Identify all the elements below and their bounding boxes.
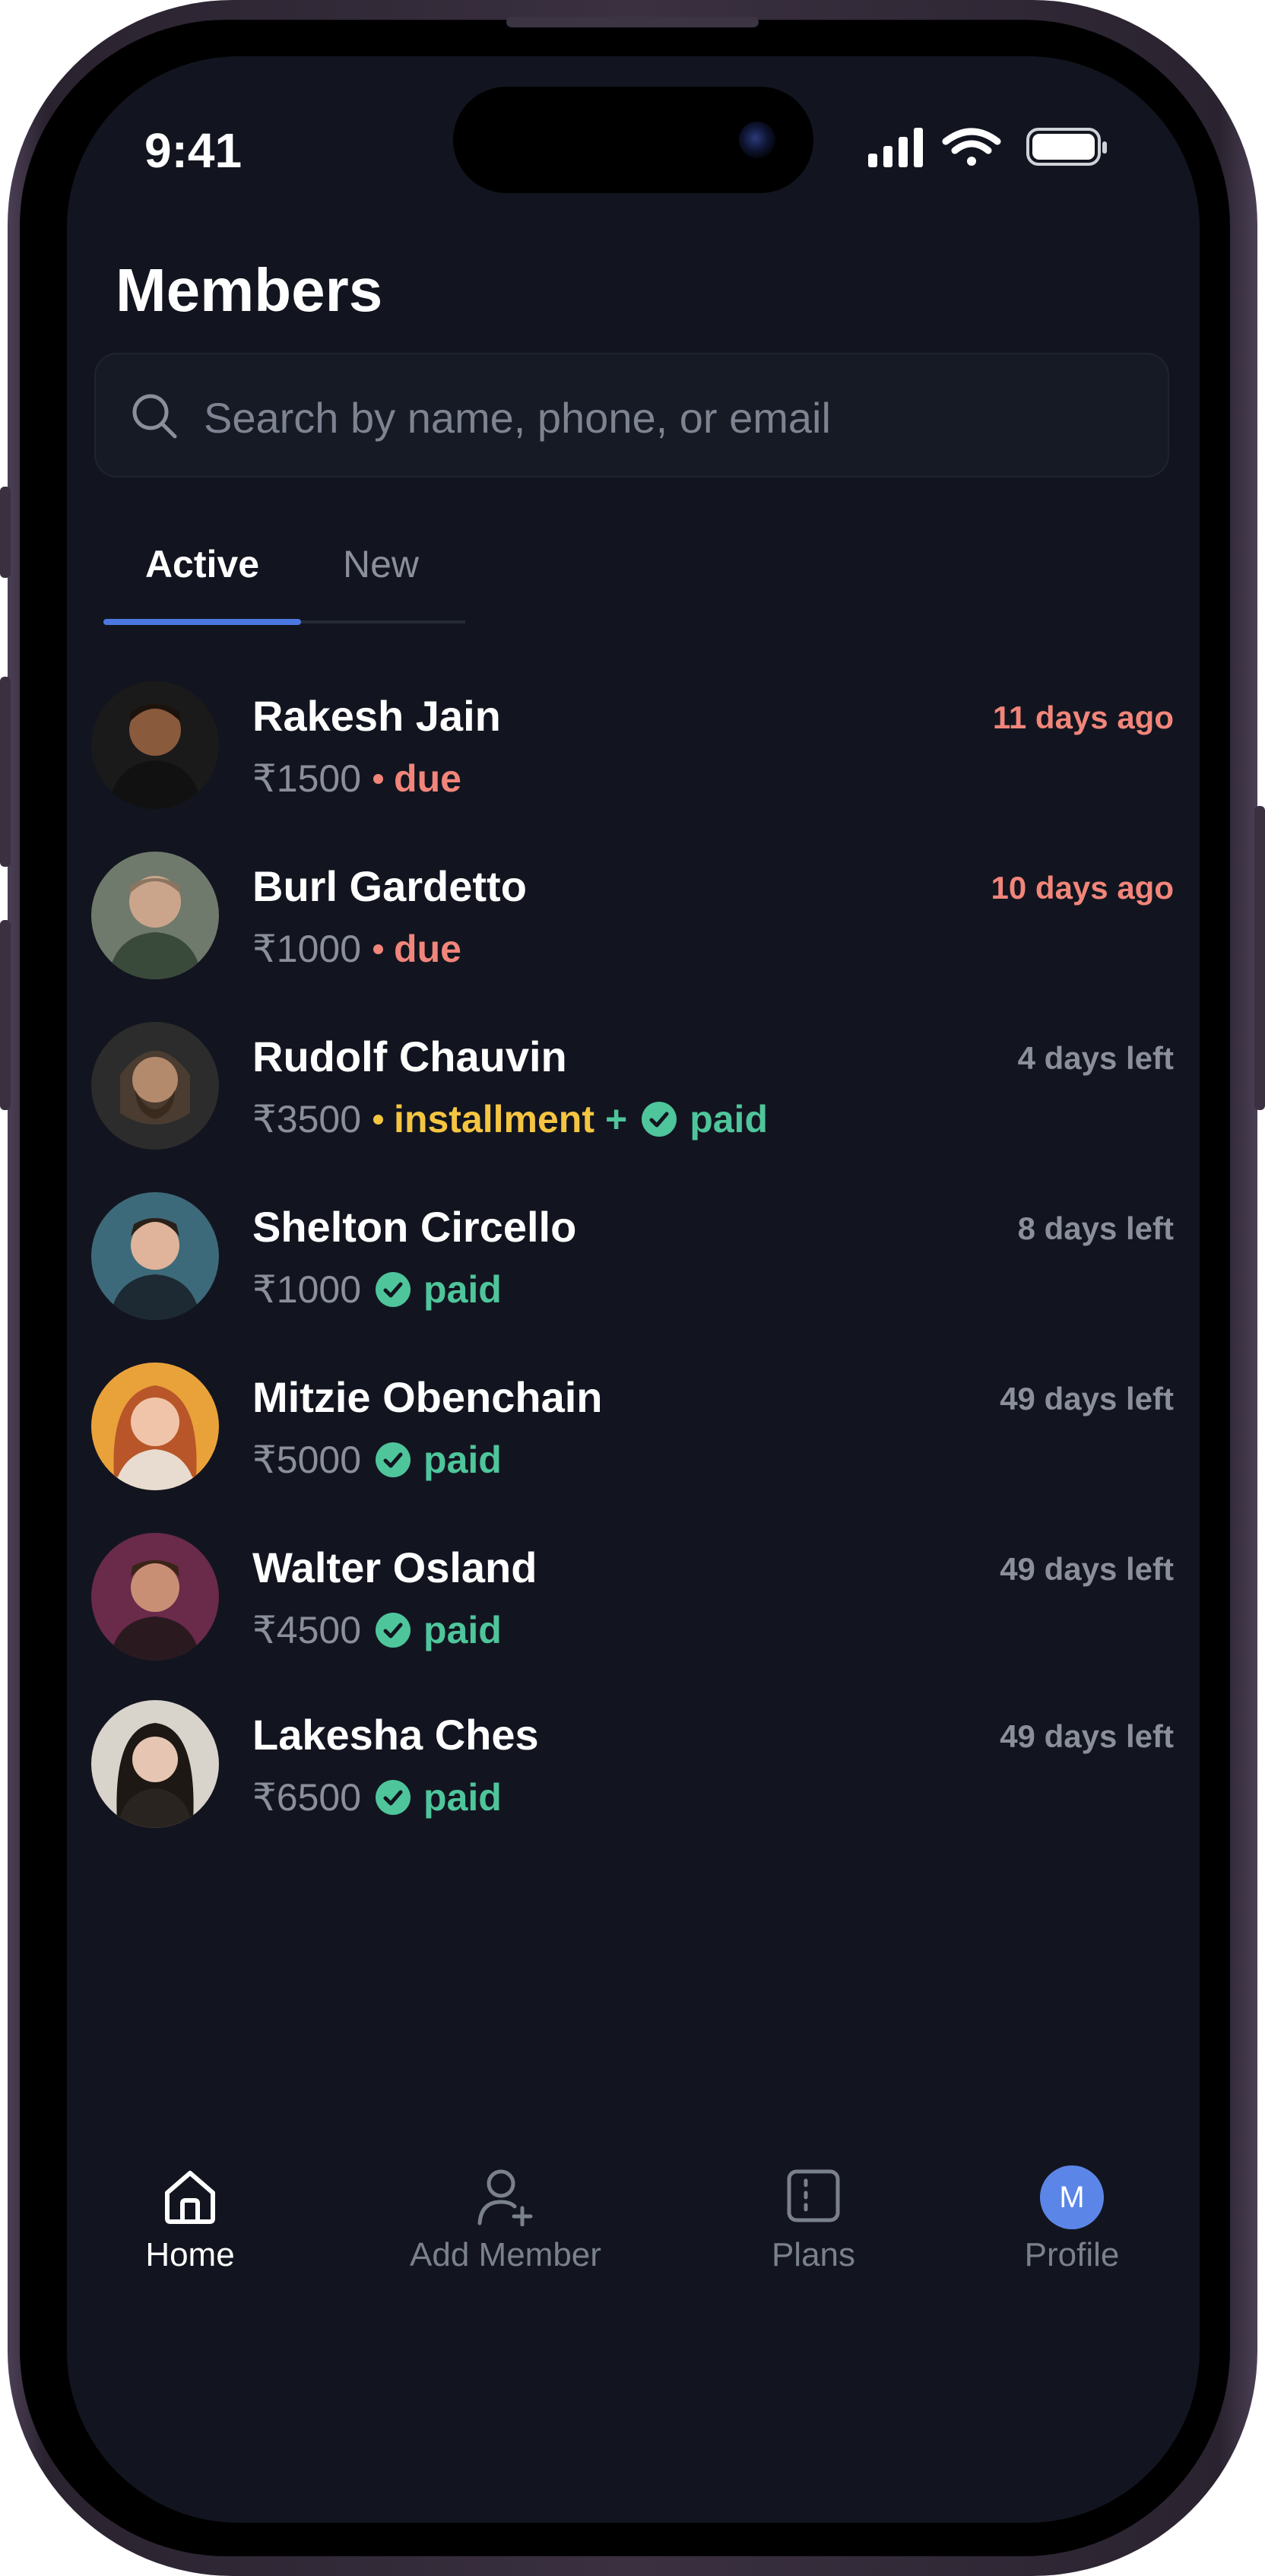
member-date-label: 49 days left: [1000, 1551, 1174, 1587]
search-input[interactable]: [202, 382, 1133, 453]
member-name: Lakesha Ches: [252, 1711, 539, 1759]
nav-plans-label: Plans: [771, 2236, 856, 2273]
avatar: [91, 1192, 219, 1320]
list-item[interactable]: Mitzie Obenchain ₹5000 paid 49 days left: [91, 1363, 1174, 1498]
status-time: 9:41: [144, 123, 243, 178]
member-meta: ₹6500 paid: [252, 1772, 502, 1823]
status-label: paid: [423, 1776, 502, 1819]
status-label: due: [394, 928, 461, 970]
avatar: [91, 681, 219, 809]
list-item[interactable]: Rudolf Chauvin ₹3500 installment + paid …: [91, 1022, 1174, 1157]
phone-mockup: 9:41 Members Search by name, phone, or e…: [0, 0, 1265, 2576]
status-label: paid: [423, 1609, 502, 1651]
speaker-grille: [506, 17, 759, 27]
member-meta: ₹3500 installment + paid: [252, 1093, 768, 1145]
member-meta: ₹1000 paid: [252, 1264, 502, 1315]
volume-down-button: [0, 920, 11, 1110]
page-title: Members: [116, 256, 383, 324]
tab-new[interactable]: New: [331, 532, 430, 623]
paid-label: paid: [690, 1098, 768, 1140]
status-dot: [373, 1114, 384, 1125]
status-dot: [373, 944, 384, 954]
member-amount: ₹1500: [252, 757, 362, 800]
tab-bar: Active New: [103, 532, 465, 627]
home-icon: [165, 2171, 215, 2224]
status-label: due: [394, 757, 461, 800]
member-name: Rakesh Jain: [252, 692, 501, 740]
member-amount: ₹1000: [252, 928, 362, 970]
camera-icon: [739, 122, 775, 158]
member-amount: ₹6500: [252, 1776, 362, 1819]
member-name: Burl Gardetto: [252, 862, 527, 910]
member-date-label: 49 days left: [1000, 1381, 1174, 1416]
dynamic-island: [453, 87, 813, 193]
member-meta: ₹1500 due: [252, 753, 461, 804]
avatar: [91, 852, 219, 979]
action-button: [0, 487, 11, 578]
member-date-label: 49 days left: [1000, 1718, 1174, 1754]
search-bar[interactable]: [94, 353, 1169, 477]
status-label: paid: [423, 1268, 502, 1311]
member-name: Shelton Circello: [252, 1203, 577, 1251]
nav-add-member-label: Add Member: [410, 2236, 601, 2273]
avatar: [91, 1363, 219, 1490]
list-item[interactable]: Walter Osland ₹4500 paid 49 days left: [91, 1533, 1174, 1668]
volume-up-button: [0, 677, 11, 867]
avatar: [91, 1700, 219, 1828]
member-date-label: 4 days left: [1017, 1040, 1174, 1076]
member-amount: ₹1000: [252, 1268, 362, 1311]
add-user-icon: [477, 2169, 533, 2226]
member-name: Walter Osland: [252, 1543, 537, 1591]
signal-icon: [868, 128, 923, 167]
status-dot: [373, 773, 384, 784]
member-meta: ₹4500 paid: [252, 1604, 502, 1656]
status-label: installment: [394, 1098, 594, 1140]
member-date-label: 8 days left: [1017, 1210, 1174, 1246]
check-circle-icon: [642, 1102, 677, 1137]
avatar: M: [1040, 2165, 1104, 2229]
list-item[interactable]: Lakesha Ches ₹6500 paid 49 days left: [91, 1700, 1174, 1835]
status-icons: [867, 125, 1110, 167]
power-button: [1254, 806, 1265, 1110]
list-item[interactable]: Rakesh Jain ₹1500 due 11 days ago: [91, 681, 1174, 817]
tab-active[interactable]: Active: [103, 532, 301, 625]
member-name: Rudolf Chauvin: [252, 1033, 567, 1080]
list-item[interactable]: Shelton Circello ₹1000 paid 8 days left: [91, 1192, 1174, 1328]
avatar: [91, 1022, 219, 1150]
nav-profile-label: Profile: [1024, 2236, 1120, 2273]
list-item[interactable]: Burl Gardetto ₹1000 due 10 days ago: [91, 852, 1174, 987]
member-meta: ₹5000 paid: [252, 1434, 502, 1486]
plus-separator: +: [605, 1098, 628, 1140]
nav-home-label: Home: [145, 2236, 235, 2273]
wifi-icon: [942, 128, 1001, 166]
member-amount: ₹5000: [252, 1439, 362, 1481]
member-name: Mitzie Obenchain: [252, 1373, 603, 1421]
member-amount: ₹4500: [252, 1609, 362, 1651]
check-circle-icon: [376, 1613, 411, 1648]
member-amount: ₹3500: [252, 1098, 362, 1140]
avatar: [91, 1533, 219, 1661]
plans-icon: [787, 2169, 840, 2222]
battery-icon: [1026, 128, 1107, 166]
status-label: paid: [423, 1439, 502, 1481]
member-date-label: 11 days ago: [992, 700, 1174, 735]
check-circle-icon: [376, 1272, 411, 1307]
check-circle-icon: [376, 1780, 411, 1815]
member-meta: ₹1000 due: [252, 923, 461, 975]
member-date-label: 10 days ago: [991, 870, 1174, 906]
search-icon: [132, 394, 177, 439]
check-circle-icon: [376, 1442, 411, 1477]
